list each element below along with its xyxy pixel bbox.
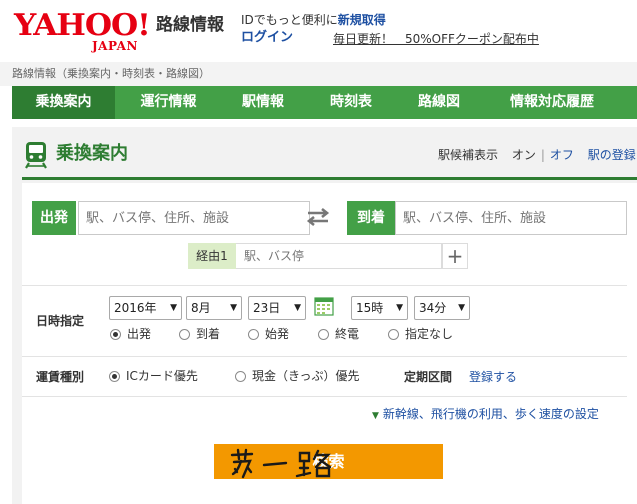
departure-input[interactable] <box>78 201 310 235</box>
section-header: 乗換案内 駅候補表示 オン | オフ 駅の登録 <box>12 127 637 177</box>
coupon-promo-link[interactable]: 毎日更新！ 50%OFFクーポン配布中 <box>333 31 539 47</box>
chevron-down-icon: ▼ <box>458 303 465 313</box>
triangle-down-icon: ▼ <box>372 411 379 421</box>
radio-indicator <box>179 329 190 340</box>
page: YAHOO! JAPAN 路線情報 IDでもっと便利に新規取得 ログイン 毎日更… <box>0 0 637 504</box>
radio-indicator <box>388 329 399 340</box>
year-value: 2016年 <box>114 301 157 315</box>
chevron-down-icon: ▼ <box>396 303 403 313</box>
register-link[interactable]: 新規取得 <box>338 13 386 27</box>
year-select[interactable]: 2016年 ▼ <box>109 296 182 320</box>
radio-indicator <box>110 329 121 340</box>
radio-departure[interactable]: 出発 <box>110 327 170 343</box>
radio-no-time[interactable]: 指定なし <box>388 327 468 343</box>
yahoo-japan-logo[interactable]: YAHOO! JAPAN <box>14 10 154 54</box>
breadcrumb: 路線情報（乗換案内・時刻表・路線図） <box>0 62 637 86</box>
main-nav: 乗換案内 運行情報 駅情報 時刻表 路線図 情報対応履歴 <box>12 86 637 119</box>
radio-label: 始発 <box>265 327 290 341</box>
radio-indicator <box>318 329 329 340</box>
day-select[interactable]: 23日 ▼ <box>248 296 306 320</box>
divider <box>22 356 627 357</box>
tab-station-info[interactable]: 駅情報 <box>221 86 305 119</box>
swap-icon[interactable] <box>304 206 332 228</box>
commuter-pass-label: 定期区間 <box>404 370 453 384</box>
search-button[interactable]: 検索 <box>214 444 443 479</box>
section-divider <box>22 177 637 180</box>
radio-label: ICカード優先 <box>126 369 198 383</box>
search-form: 出発 到着 経由1 + 日時指定 2016年 ▼ 8月 ▼ 23日 ▼ <box>22 183 637 504</box>
radio-cash[interactable]: 現金（きっぷ）優先 <box>235 369 385 385</box>
train-icon <box>25 142 47 169</box>
via-input[interactable] <box>236 243 442 269</box>
month-value: 8月 <box>191 301 211 315</box>
divider <box>22 396 627 397</box>
suggest-on[interactable]: オン <box>512 148 536 162</box>
detail-settings-label: 新幹線、飛行機の利用、歩く速度の設定 <box>382 407 599 421</box>
logo-wordmark: YAHOO! <box>14 8 151 43</box>
radio-ic-card[interactable]: ICカード優先 <box>109 369 219 385</box>
suggest-separator: | <box>540 148 545 162</box>
header: YAHOO! JAPAN 路線情報 IDでもっと便利に新規取得 ログイン 毎日更… <box>0 0 637 62</box>
calendar-icon[interactable] <box>314 296 334 316</box>
radio-last-train[interactable]: 終電 <box>318 327 378 343</box>
detail-settings-link[interactable]: ▼ 新幹線、飛行機の利用、歩く速度の設定 <box>372 407 599 423</box>
hour-value: 15時 <box>356 301 384 315</box>
arrival-input[interactable] <box>395 201 627 235</box>
fare-type-label: 運賃種別 <box>36 370 85 384</box>
minute-value: 34分 <box>419 301 447 315</box>
login-link[interactable]: ログイン <box>241 30 293 46</box>
station-suggest-toggle: 駅候補表示 オン | オフ 駅の登録 <box>438 148 636 162</box>
divider <box>22 285 627 286</box>
radio-indicator <box>235 371 246 382</box>
tab-route-map[interactable]: 路線図 <box>399 86 479 119</box>
day-value: 23日 <box>253 301 281 315</box>
radio-label: 出発 <box>127 327 152 341</box>
radio-indicator <box>109 371 120 382</box>
radio-label: 現金（きっぷ）優先 <box>252 369 360 383</box>
service-name: 路線情報 <box>156 15 224 35</box>
logo-subtext: JAPAN <box>92 39 138 53</box>
radio-label: 終電 <box>335 327 360 341</box>
hour-select[interactable]: 15時 ▼ <box>351 296 408 320</box>
departure-label: 出発 <box>32 201 76 235</box>
chevron-down-icon: ▼ <box>294 303 301 313</box>
chevron-down-icon: ▼ <box>230 303 237 313</box>
add-via-button[interactable]: + <box>442 243 468 269</box>
transfer-panel: 乗換案内 駅候補表示 オン | オフ 駅の登録 出発 到着 経由1 + <box>12 127 637 504</box>
tab-timetable[interactable]: 時刻表 <box>311 86 391 119</box>
section-title: 乗換案内 <box>56 143 128 164</box>
month-select[interactable]: 8月 ▼ <box>186 296 242 320</box>
handwritten-annotation <box>230 448 332 479</box>
suggest-off[interactable]: オフ <box>550 148 574 162</box>
via-label: 経由1 <box>188 243 236 269</box>
breadcrumb-text: 路線情報（乗換案内・時刻表・路線図） <box>12 67 210 80</box>
datetime-label: 日時指定 <box>36 314 85 328</box>
station-register-link[interactable]: 駅の登録 <box>588 148 636 162</box>
minute-select[interactable]: 34分 ▼ <box>414 296 470 320</box>
radio-first-train[interactable]: 始発 <box>248 327 308 343</box>
arrival-label: 到着 <box>347 201 395 235</box>
suggest-label: 駅候補表示 <box>438 148 499 162</box>
chevron-down-icon: ▼ <box>170 303 177 313</box>
tab-transfer[interactable]: 乗換案内 <box>12 86 115 119</box>
tab-response-history[interactable]: 情報対応履歴 <box>487 86 617 119</box>
radio-indicator <box>248 329 259 340</box>
id-promo-text: IDでもっと便利に新規取得 <box>241 12 386 28</box>
radio-label: 到着 <box>196 327 221 341</box>
radio-arrival[interactable]: 到着 <box>179 327 239 343</box>
radio-label: 指定なし <box>405 327 454 341</box>
id-promo-prefix: IDでもっと便利に <box>241 13 338 27</box>
commuter-pass-register-link[interactable]: 登録する <box>469 370 517 384</box>
tab-service-status[interactable]: 運行情報 <box>122 86 215 119</box>
